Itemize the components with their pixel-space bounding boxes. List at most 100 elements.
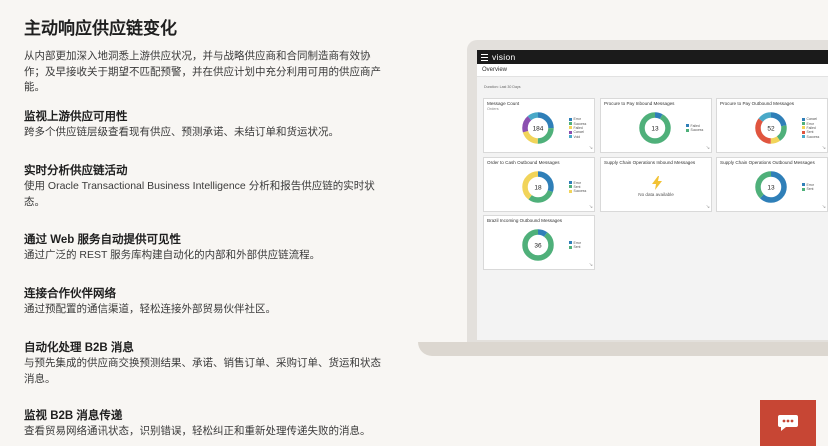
legend-swatch (569, 122, 572, 126)
resize-handle-icon[interactable]: ↘ (822, 205, 826, 210)
legend-swatch (569, 130, 572, 134)
legend-swatch (802, 122, 805, 126)
donut-total: 36 (534, 242, 542, 249)
page-title: 主动响应供应链变化 (24, 19, 177, 38)
card-title: Supply Chain Operations Inbound Messages (604, 160, 696, 165)
supply-chain-inbound-card[interactable]: Supply Chain Operations Inbound Messages… (600, 157, 712, 212)
legend-item: Sent (569, 245, 581, 249)
resize-handle-icon[interactable]: ↘ (589, 205, 593, 210)
card-title: Brazil Incoming Outbound Messages (487, 218, 563, 223)
legend-label: Sent (573, 245, 581, 250)
feature-web-services: 通过 Web 服务自动提供可见性 通过广泛的 REST 服务库构建自动化的内部和… (24, 232, 390, 264)
feature-b2b-automation: 自动化处理 B2B 消息 与预先集成的供应商交换预测结果、承诺、销售订单、采购订… (24, 340, 390, 387)
brazil-incoming-outbound-card[interactable]: Brazil Incoming Outbound Messages ↘ 36 Erro… (483, 215, 595, 270)
legend-label: Error (573, 117, 582, 122)
legend-item: Success (686, 128, 703, 132)
chart-legend: Error Success Failed Cancel Void (569, 117, 586, 139)
legend-label: Success (690, 128, 704, 133)
donut-total: 184 (533, 125, 544, 132)
duration-filter[interactable]: Duration: Last 30 Days (484, 85, 521, 89)
legend-label: Sent (806, 187, 814, 192)
legend-label: Error (806, 182, 815, 187)
feature-heading: 自动化处理 B2B 消息 (24, 342, 134, 354)
legend-item: Success (802, 135, 819, 139)
card-subtitle: Orders (487, 107, 499, 111)
legend-swatch (802, 183, 805, 187)
lightning-icon (652, 176, 662, 190)
legend-swatch (802, 117, 805, 121)
resize-handle-icon[interactable]: ↘ (589, 146, 593, 151)
order-to-cash-outbound-card[interactable]: Order to Cash Outbound Messages ↘ 18 Error S… (483, 157, 595, 212)
intro-text: 从内部更加深入地洞悉上游供应状况，并与战略供应商和合同制造商有效协作；及早接收关… (24, 50, 381, 93)
donut-chart: 13 (639, 112, 671, 144)
chart-legend: Failed Success (686, 124, 703, 133)
dashboard-screenshot: vision Overview Duration: Last 30 Days M… (477, 50, 828, 340)
page-heading: Overview (477, 64, 828, 77)
card-title: Order to Cash Outbound Messages (487, 160, 560, 165)
donut-chart: 13 (755, 171, 787, 203)
legend-label: Failed (806, 125, 816, 130)
legend-swatch (802, 130, 805, 134)
feature-body: 与预先集成的供应商交换预测结果、承诺、销售订单、采购订单、货运和状态消息。 (24, 357, 381, 385)
legend-item: Void (569, 135, 586, 139)
resize-handle-icon[interactable]: ↘ (706, 205, 710, 210)
feature-body: 使用 Oracle Transactional Business Intelli… (24, 180, 375, 208)
intro-section: 主动响应供应链变化 从内部更加深入地洞悉上游供应状况，并与战略供应商和合同制造商… (24, 14, 390, 96)
feature-heading: 实时分析供应链活动 (24, 165, 128, 177)
legend-label: Cancel (806, 117, 818, 122)
procure-to-pay-outbound-card[interactable]: Procure to Pay Outbound Messages ↘ 52 Cance… (716, 98, 828, 153)
legend-label: Error (573, 240, 582, 245)
legend-swatch (686, 124, 689, 128)
feature-partner-network: 连接合作伙伴网络 通过预配置的通信渠道，轻松连接外部贸易伙伴社区。 (24, 286, 390, 318)
legend-swatch (802, 187, 805, 191)
message-count-card[interactable]: Message Count Orders ↘ 184 Error Success Faile… (483, 98, 595, 153)
chat-bubble-icon (778, 415, 798, 431)
chart-legend: Error Sent (802, 183, 814, 192)
supply-chain-outbound-card[interactable]: Supply Chain Operations Outbound Message… (716, 157, 828, 212)
donut-chart: 18 (522, 171, 554, 203)
feature-realtime-analytics: 实时分析供应链活动 使用 Oracle Transactional Busine… (24, 163, 390, 210)
card-title: Procure to Pay Outbound Messages (720, 101, 795, 106)
resize-handle-icon[interactable]: ↘ (589, 263, 593, 268)
feature-monitor-supply: 监视上游供应可用性 跨多个供应链层级查看现有供应、预测承诺、未结订单和货运状况。 (24, 109, 390, 141)
legend-label: Success (573, 189, 587, 194)
feature-heading: 连接合作伙伴网络 (24, 288, 116, 300)
resize-handle-icon[interactable]: ↘ (822, 146, 826, 151)
chat-button[interactable] (760, 400, 816, 446)
legend-swatch (569, 181, 572, 185)
procure-to-pay-inbound-card[interactable]: Procure to Pay Inbound Messages ↘ 13 Failed… (600, 98, 712, 153)
legend-label: Error (573, 180, 582, 185)
feature-body: 通过广泛的 REST 服务库构建自动化的内部和外部供应链流程。 (24, 249, 321, 261)
hamburger-icon[interactable] (481, 53, 488, 61)
feature-body: 通过预配置的通信渠道，轻松连接外部贸易伙伴社区。 (24, 303, 276, 315)
no-data-message: No data available (638, 192, 674, 197)
legend-label: Sent (573, 184, 581, 189)
chart-legend: Error Sent (569, 241, 581, 250)
brand-name: vision (492, 52, 516, 62)
donut-total: 18 (534, 184, 542, 191)
feature-heading: 通过 Web 服务自动提供可见性 (24, 234, 181, 246)
legend-item: Success (569, 189, 586, 193)
card-title: Message Count (487, 101, 520, 106)
feature-body: 跨多个供应链层级查看现有供应、预测承诺、未结订单和货运状况。 (24, 126, 339, 138)
donut-total: 13 (651, 125, 659, 132)
legend-label: Success (806, 134, 820, 139)
legend-swatch (686, 128, 689, 132)
legend-label: Sent (806, 130, 814, 135)
feature-heading: 监视 B2B 消息传递 (24, 410, 123, 422)
legend-label: Failed (690, 123, 700, 128)
legend-swatch (569, 241, 572, 245)
legend-swatch (569, 245, 572, 249)
legend-swatch (569, 135, 572, 139)
legend-swatch (569, 126, 572, 130)
feature-body: 查看贸易网络通讯状态，识别错误，轻松纠正和重新处理传递失败的消息。 (24, 425, 371, 437)
resize-handle-icon[interactable]: ↘ (706, 146, 710, 151)
laptop-base (418, 342, 828, 356)
legend-swatch (569, 185, 572, 189)
chart-legend: Error Sent Success (569, 180, 586, 193)
legend-swatch (802, 135, 805, 139)
legend-swatch (802, 126, 805, 130)
legend-item: Sent (802, 187, 814, 191)
donut-chart: 52 (755, 112, 787, 144)
app-header: vision (477, 50, 828, 64)
